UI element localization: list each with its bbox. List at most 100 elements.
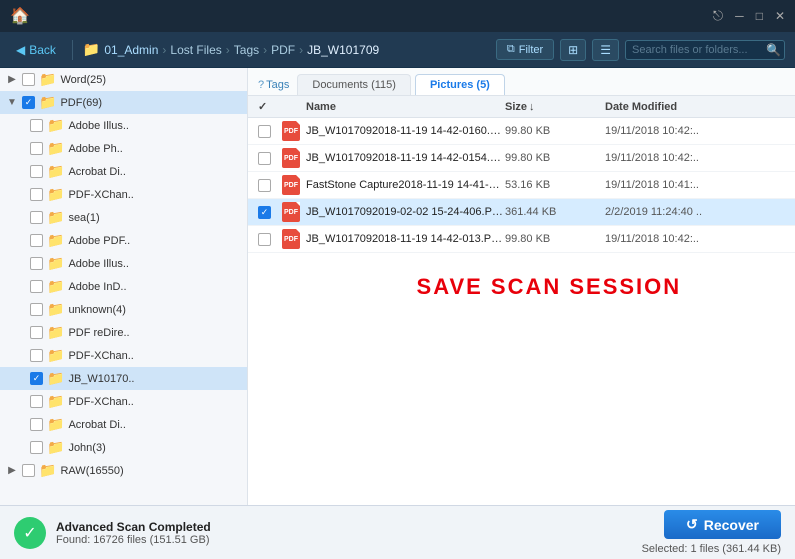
sidebar-item-14[interactable]: 📁PDF-XChan.. <box>0 390 247 413</box>
list-view-button[interactable]: ☰ <box>592 39 619 61</box>
back-label: Back <box>29 43 56 57</box>
table-row[interactable]: PDFJB_W1017092018-11-19 14-42-0160.PDF99… <box>248 118 795 145</box>
tree-checkbox-5[interactable] <box>30 188 43 201</box>
breadcrumb-01admin[interactable]: 01_Admin <box>104 43 158 57</box>
back-arrow-icon: ◀ <box>16 43 25 57</box>
view-toggle-button[interactable]: ⊞ <box>560 39 586 61</box>
back-button[interactable]: ◀ Back <box>10 41 62 59</box>
tree-checkbox-12[interactable] <box>30 349 43 362</box>
maximize-icon[interactable]: □ <box>756 9 763 23</box>
statusbar: ✓ Advanced Scan Completed Found: 16726 f… <box>0 505 795 559</box>
table-row[interactable]: PDFJB_W1017092018-11-19 14-42-013.PDF99.… <box>248 226 795 253</box>
sidebar-item-5[interactable]: 📁PDF-XChan.. <box>0 183 247 206</box>
breadcrumb-pdf[interactable]: PDF <box>271 43 295 57</box>
search-box: 🔍 <box>625 40 785 60</box>
sidebar-item-11[interactable]: 📁PDF reDire.. <box>0 321 247 344</box>
filter-button[interactable]: ⧉ Filter <box>496 39 554 60</box>
tree-checkbox-13[interactable]: ✓ <box>30 372 43 385</box>
breadcrumb-sep1: › <box>162 43 166 57</box>
file-name-0: JB_W1017092018-11-19 14-42-0160.PDF <box>306 125 505 137</box>
tree-checkbox-7[interactable] <box>30 234 43 247</box>
row-checkbox-0[interactable] <box>258 125 271 138</box>
tree-checkbox-2[interactable] <box>30 119 43 132</box>
sidebar-item-4[interactable]: 📁Acrobat Di.. <box>0 160 247 183</box>
status-title: Advanced Scan Completed <box>56 520 211 534</box>
tree-label-9: Adobe InD.. <box>68 281 126 293</box>
row-checkbox-1[interactable] <box>258 152 271 165</box>
tree-label-7: Adobe PDF.. <box>68 235 130 247</box>
tree-checkbox-16[interactable] <box>30 441 43 454</box>
status-text: Advanced Scan Completed Found: 16726 fil… <box>56 520 211 546</box>
tree-checkbox-3[interactable] <box>30 142 43 155</box>
tree-checkbox-11[interactable] <box>30 326 43 339</box>
row-checkbox-2[interactable] <box>258 179 271 192</box>
header-name-col[interactable]: Name <box>306 100 505 113</box>
search-input[interactable] <box>632 44 762 56</box>
table-row[interactable]: PDFFastStone Capture2018-11-19 14-41-471… <box>248 172 795 199</box>
tree-checkbox-10[interactable] <box>30 303 43 316</box>
header-date-col[interactable]: Date Modified <box>605 100 785 113</box>
sidebar-item-15[interactable]: 📁Acrobat Di.. <box>0 413 247 436</box>
status-complete-icon: ✓ <box>14 517 46 549</box>
tree-checkbox-0[interactable] <box>22 73 35 86</box>
folder-icon-9: 📁 <box>47 278 64 295</box>
table-row[interactable]: PDFJB_W1017092018-11-19 14-42-0154.PDF99… <box>248 145 795 172</box>
sidebar-item-10[interactable]: 📁unknown(4) <box>0 298 247 321</box>
tree-checkbox-6[interactable] <box>30 211 43 224</box>
breadcrumb-lostfiles[interactable]: Lost Files <box>170 43 221 57</box>
sidebar-item-1[interactable]: ▼✓📁PDF(69) <box>0 91 247 114</box>
folder-icon-4: 📁 <box>47 163 64 180</box>
tab-documents-label: Documents (115) <box>312 79 396 91</box>
close-icon[interactable]: ✕ <box>775 9 785 23</box>
tab-documents[interactable]: Documents (115) <box>297 74 411 95</box>
tree-checkbox-9[interactable] <box>30 280 43 293</box>
file-name-1: JB_W1017092018-11-19 14-42-0154.PDF <box>306 152 505 164</box>
tree-checkbox-1[interactable]: ✓ <box>22 96 35 109</box>
tree-label-6: sea(1) <box>68 212 99 224</box>
pdf-icon-0: PDF <box>282 121 300 141</box>
tree-label-12: PDF-XChan.. <box>68 350 133 362</box>
tree-checkbox-8[interactable] <box>30 257 43 270</box>
sidebar-item-13[interactable]: ✓📁JB_W10170.. <box>0 367 247 390</box>
sidebar-item-2[interactable]: 📁Adobe Illus.. <box>0 114 247 137</box>
app-icon: 🏠 <box>10 6 30 26</box>
share-icon[interactable]: ⎋ <box>713 8 723 24</box>
tree-checkbox-17[interactable] <box>22 464 35 477</box>
row-checkbox-3[interactable]: ✓ <box>258 206 271 219</box>
tree-toggle-17[interactable]: ▶ <box>6 465 18 476</box>
pdf-icon-4: PDF <box>282 229 300 249</box>
tree-toggle-0[interactable]: ▶ <box>6 74 18 85</box>
breadcrumb-tags[interactable]: Tags <box>234 43 259 57</box>
header-size-label: Size <box>505 101 527 113</box>
header-size-col[interactable]: Size ↓ <box>505 100 605 113</box>
file-date-0: 19/11/2018 10:42:.. <box>605 125 785 137</box>
tree-toggle-1[interactable]: ▼ <box>6 97 18 108</box>
breadcrumb-jbw[interactable]: JB_W101709 <box>307 43 379 57</box>
sidebar-item-0[interactable]: ▶📁Word(25) <box>0 68 247 91</box>
tree-label-3: Adobe Ph.. <box>68 143 122 155</box>
sidebar-item-16[interactable]: 📁John(3) <box>0 436 247 459</box>
search-icon[interactable]: 🔍 <box>766 43 781 57</box>
sidebar-item-8[interactable]: 📁Adobe Illus.. <box>0 252 247 275</box>
tree-label-2: Adobe Illus.. <box>68 120 129 132</box>
folder-icon-3: 📁 <box>47 140 64 157</box>
sidebar-item-7[interactable]: 📁Adobe PDF.. <box>0 229 247 252</box>
tree-checkbox-14[interactable] <box>30 395 43 408</box>
minimize-icon[interactable]: ─ <box>735 9 744 23</box>
sidebar-item-6[interactable]: 📁sea(1) <box>0 206 247 229</box>
sidebar-item-9[interactable]: 📁 Adobe InD.. <box>0 275 247 298</box>
tree-checkbox-4[interactable] <box>30 165 43 178</box>
header-checkbox[interactable]: ✓ <box>258 100 267 113</box>
recover-button[interactable]: ↺ Recover <box>664 510 781 539</box>
row-checkbox-4[interactable] <box>258 233 271 246</box>
sidebar-item-17[interactable]: ▶📁RAW(16550) <box>0 459 247 482</box>
header-date-label: Date Modified <box>605 101 677 113</box>
header-icon-col <box>282 100 306 113</box>
table-row[interactable]: ✓PDFJB_W1017092019-02-02 15-24-406.PDF36… <box>248 199 795 226</box>
sidebar-item-12[interactable]: 📁PDF-XChan.. <box>0 344 247 367</box>
breadcrumb-sep4: › <box>299 43 303 57</box>
sidebar-item-3[interactable]: 📁 Adobe Ph.. <box>0 137 247 160</box>
content-area: ? Tags Documents (115) Pictures (5) ✓ Na… <box>248 68 795 505</box>
tree-checkbox-15[interactable] <box>30 418 43 431</box>
tab-pictures[interactable]: Pictures (5) <box>415 74 505 95</box>
